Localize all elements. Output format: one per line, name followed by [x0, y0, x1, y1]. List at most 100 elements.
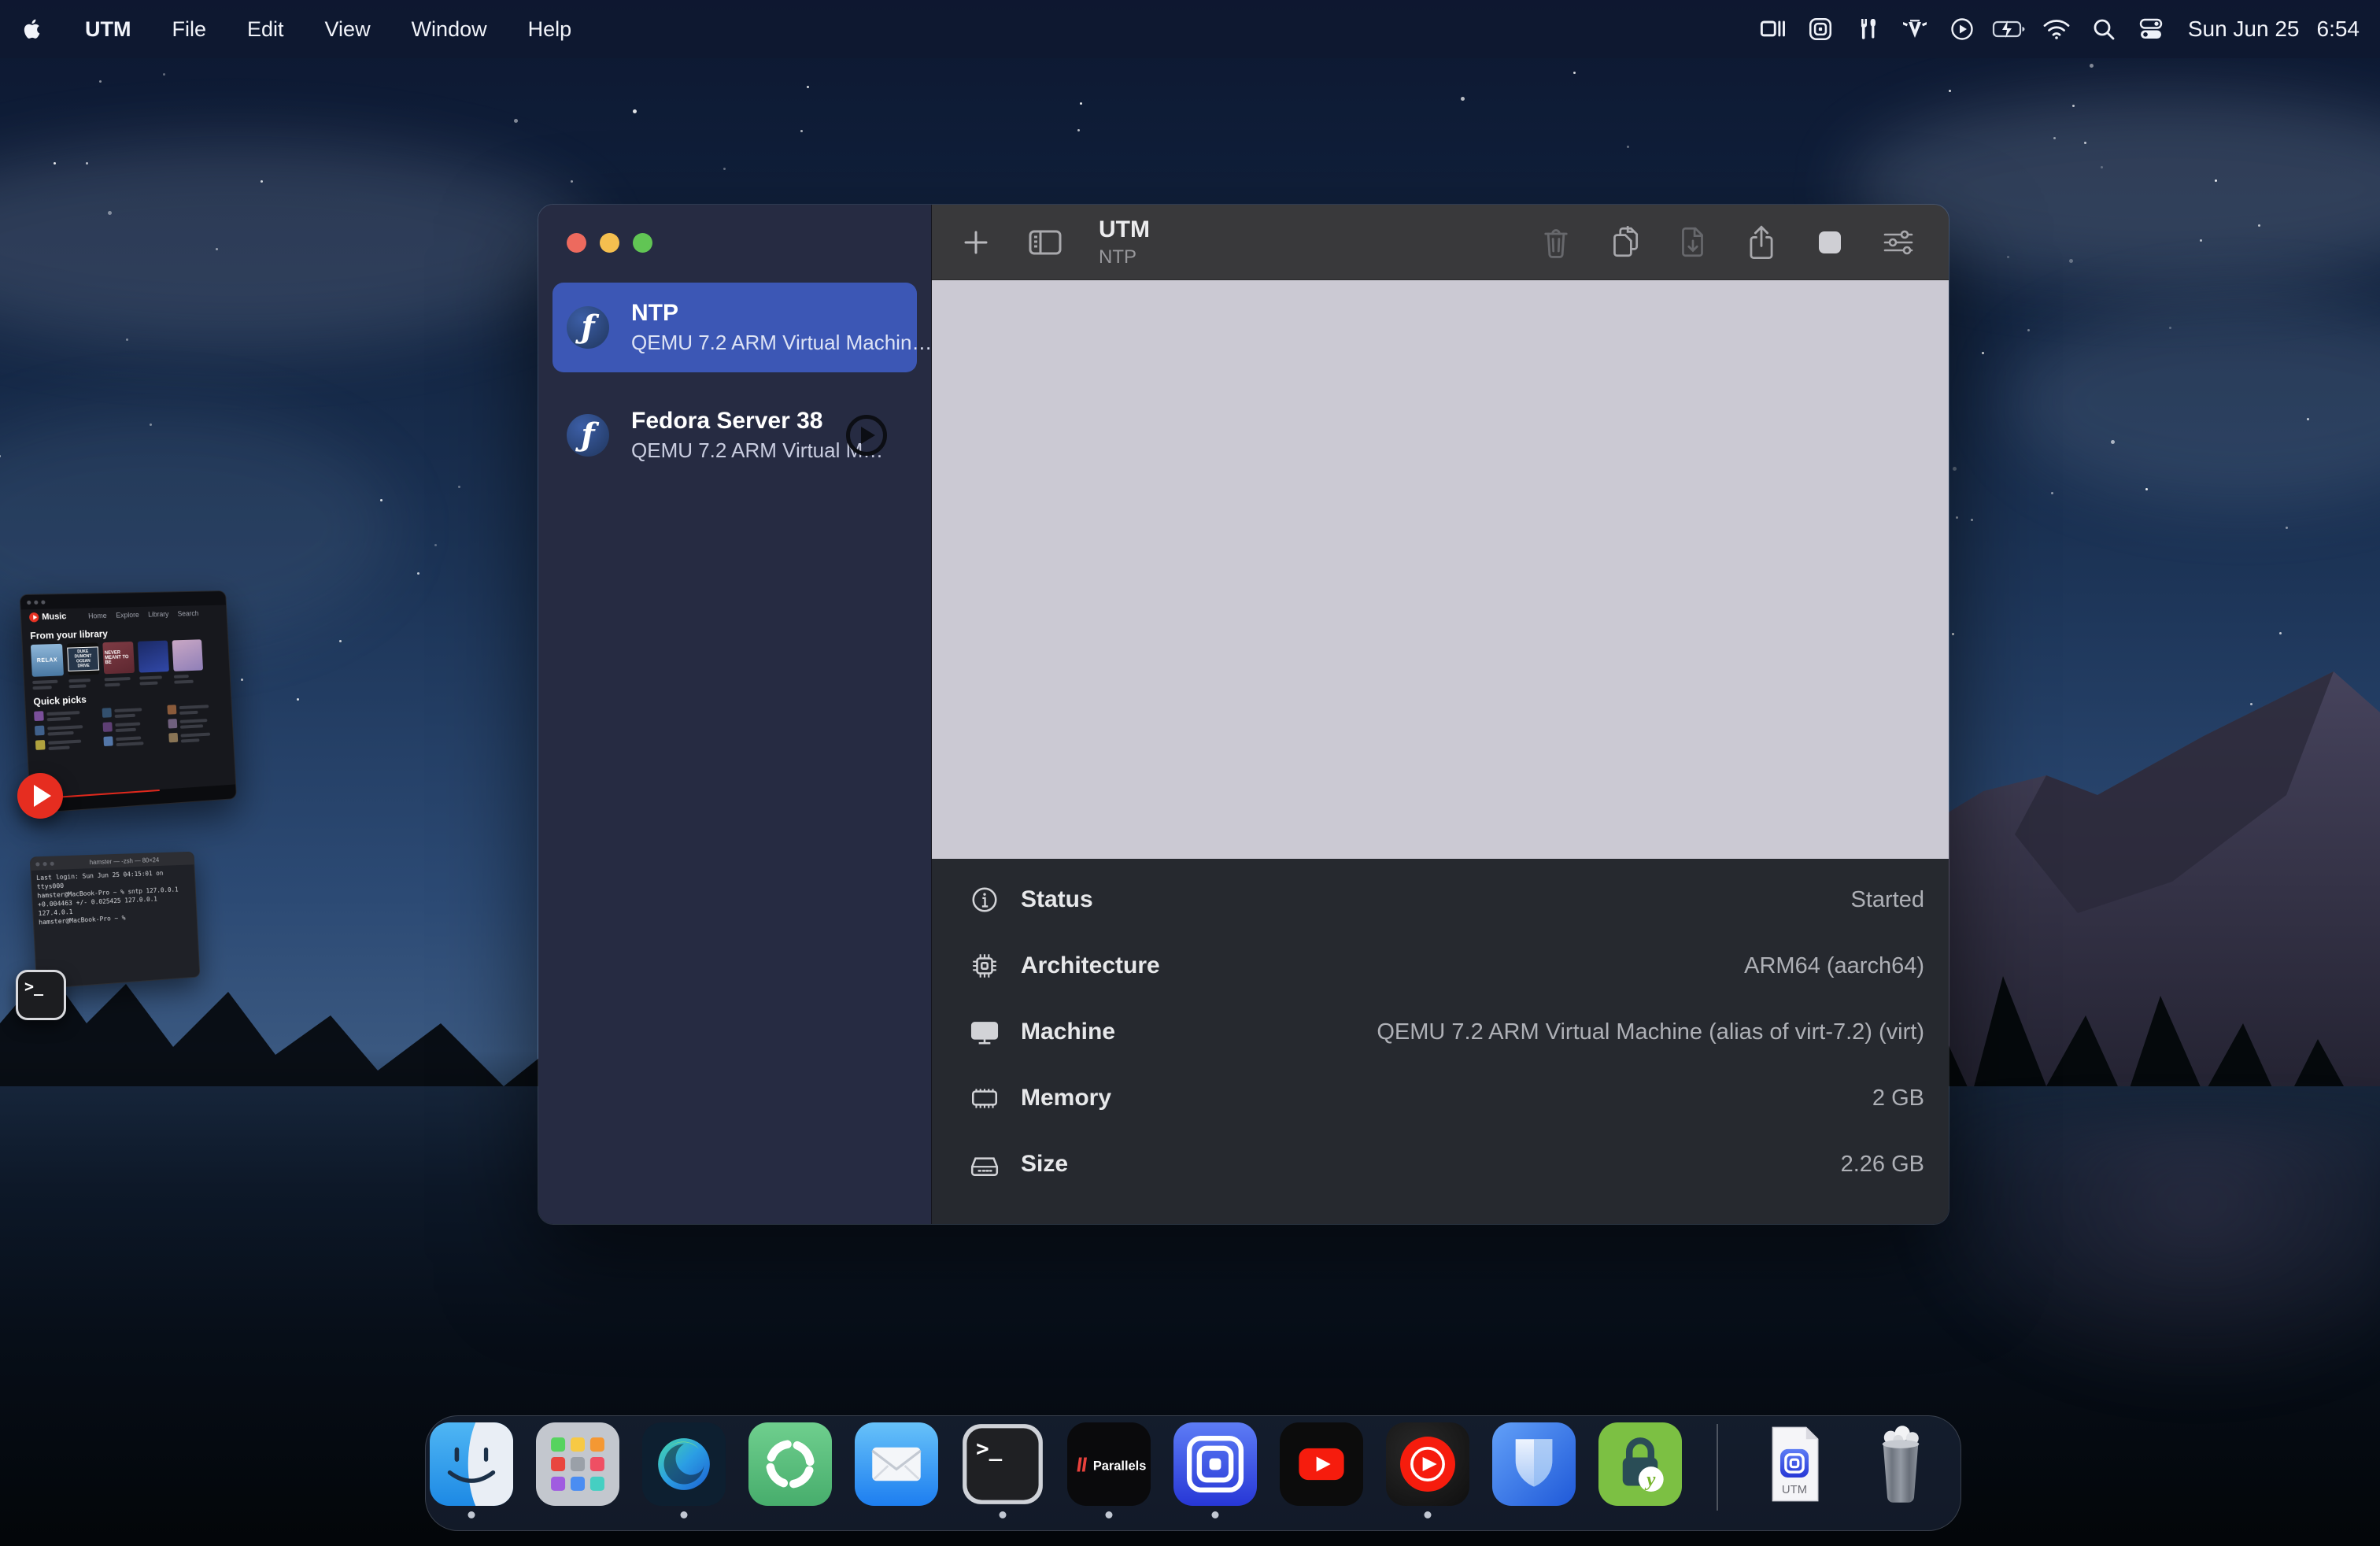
- music-nav-explore[interactable]: Explore: [116, 611, 139, 620]
- window-title: UTM: [1099, 218, 1150, 242]
- vm-details-panel: Status Started Architecture ARM64 (aarch…: [932, 859, 1949, 1224]
- utm-document-label: UTM: [1782, 1484, 1807, 1496]
- detail-label: Status: [1021, 886, 1093, 913]
- menu-window[interactable]: Window: [391, 0, 508, 58]
- music-nav-library[interactable]: Library: [148, 610, 169, 619]
- window-subtitle: NTP: [1099, 248, 1150, 267]
- parallels-label: Parallels: [1093, 1459, 1147, 1473]
- detail-row-architecture: Architecture ARM64 (aarch64): [956, 933, 1924, 999]
- detail-label: Architecture: [1021, 952, 1160, 979]
- tools-icon[interactable]: [1850, 11, 1886, 47]
- dock-mail-icon[interactable]: [855, 1422, 938, 1517]
- album-cover[interactable]: RELAX: [31, 644, 64, 677]
- dock-utm-icon[interactable]: [1173, 1422, 1257, 1517]
- menubar-clock[interactable]: Sun Jun 25 6:54: [2180, 17, 2360, 42]
- duplicate-vm-button[interactable]: [1602, 220, 1646, 264]
- play-circle-icon[interactable]: [1944, 11, 1980, 47]
- detail-label: Memory: [1021, 1085, 1111, 1111]
- info-circle-icon: [967, 885, 1002, 915]
- detail-row-machine: Machine QEMU 7.2 ARM Virtual Machine (al…: [956, 999, 1924, 1065]
- vm-play-button[interactable]: [846, 415, 887, 456]
- mountain-reflection: [1905, 1118, 2380, 1401]
- dock-parallels-icon[interactable]: Parallels: [1067, 1422, 1151, 1517]
- vm-name: NTP: [631, 300, 903, 327]
- menu-edit[interactable]: Edit: [227, 0, 305, 58]
- dock-utm-document-icon[interactable]: UTM: [1753, 1422, 1836, 1517]
- wifi-icon[interactable]: [2038, 11, 2075, 47]
- vm-name: Fedora Server 38: [631, 408, 883, 435]
- dock-youtube-icon[interactable]: [1280, 1422, 1363, 1517]
- detail-value: Started: [1851, 887, 1925, 913]
- close-button[interactable]: [567, 233, 586, 253]
- dock-finder-icon[interactable]: [430, 1422, 513, 1517]
- music-nav-home[interactable]: Home: [88, 612, 107, 620]
- terminal-window-thumbnail[interactable]: hamster — -zsh — 80×24 Last login: Sun J…: [30, 852, 201, 989]
- detail-label: Machine: [1021, 1019, 1115, 1045]
- running-indicator: [681, 1511, 688, 1518]
- running-indicator: [1106, 1511, 1113, 1518]
- detail-label: Size: [1021, 1151, 1068, 1178]
- vm-display[interactable]: [932, 280, 1949, 859]
- svg-text:y: y: [1644, 1468, 1656, 1491]
- dock: >_ Parallels y UTM: [425, 1415, 1961, 1531]
- window-toolbar: UTM NTP: [932, 205, 1949, 280]
- detail-row-memory: Memory 2 GB: [956, 1065, 1924, 1131]
- add-vm-button[interactable]: [954, 220, 998, 264]
- vm-subtitle: QEMU 7.2 ARM Virtual Machin…: [631, 331, 903, 355]
- minimize-button[interactable]: [600, 233, 619, 253]
- terminal-body: Last login: Sun Jun 25 04:15:01 on ttys0…: [31, 864, 197, 930]
- memory-chip-icon: [967, 1083, 1002, 1113]
- youtube-music-badge-icon[interactable]: [17, 773, 63, 819]
- music-nav-search[interactable]: Search: [177, 609, 198, 617]
- spotlight-icon[interactable]: [2086, 11, 2122, 47]
- vm-row-fedora-server[interactable]: ƒ Fedora Server 38 QEMU 7.2 ARM Virtual …: [552, 390, 917, 480]
- dock-yubico-lock-icon[interactable]: y: [1598, 1422, 1682, 1517]
- dock-terminal-icon[interactable]: >_: [961, 1422, 1044, 1517]
- dock-trash-icon[interactable]: [1859, 1422, 1942, 1517]
- dock-divider: [1717, 1424, 1718, 1511]
- toggle-sidebar-button[interactable]: [1023, 220, 1067, 264]
- battery-charging-icon[interactable]: [1991, 11, 2027, 47]
- dock-sync-app-icon[interactable]: [748, 1422, 832, 1517]
- window-manager-icon[interactable]: [1755, 11, 1791, 47]
- detail-value: 2 GB: [1872, 1086, 1924, 1111]
- youtube-music-logo: Music: [29, 612, 67, 622]
- menu-help[interactable]: Help: [508, 0, 593, 58]
- running-indicator: [1000, 1511, 1007, 1518]
- apple-menu[interactable]: [0, 0, 65, 58]
- utm-window: ƒ NTP QEMU 7.2 ARM Virtual Machin… ƒ Fed…: [538, 204, 1949, 1225]
- terminal-title: hamster — -zsh — 80×24: [89, 856, 159, 866]
- vm-sidebar: ƒ NTP QEMU 7.2 ARM Virtual Machin… ƒ Fed…: [538, 205, 932, 1224]
- vm-settings-button[interactable]: [1876, 220, 1920, 264]
- control-center-icon[interactable]: [2133, 11, 2169, 47]
- dock-youtube-music-icon[interactable]: [1386, 1422, 1469, 1517]
- v-wing-icon[interactable]: [1897, 11, 1933, 47]
- detail-value: ARM64 (aarch64): [1744, 953, 1924, 979]
- menu-file[interactable]: File: [151, 0, 227, 58]
- detail-row-size: Size 2.26 GB: [956, 1131, 1924, 1197]
- detail-row-status: Status Started: [956, 867, 1924, 933]
- clock-date: Sun Jun 25: [2188, 17, 2300, 42]
- album-cover[interactable]: NEVER MEANT TO BE: [102, 642, 135, 674]
- album-cover[interactable]: [172, 639, 204, 671]
- menu-view[interactable]: View: [305, 0, 391, 58]
- vm-row-ntp[interactable]: ƒ NTP QEMU 7.2 ARM Virtual Machin…: [552, 283, 917, 372]
- dock-launchpad-icon[interactable]: [536, 1422, 619, 1517]
- album-cover[interactable]: [138, 641, 169, 673]
- stop-vm-button[interactable]: [1808, 220, 1852, 264]
- move-to-button[interactable]: [1671, 220, 1715, 264]
- internal-drive-icon: [967, 1149, 1002, 1179]
- delete-vm-button[interactable]: [1534, 220, 1578, 264]
- menu-app-name[interactable]: UTM: [65, 0, 151, 58]
- utm-status-icon[interactable]: [1802, 11, 1839, 47]
- zoom-button[interactable]: [633, 233, 652, 253]
- dock-bitwarden-icon[interactable]: [1492, 1422, 1576, 1517]
- dock-edge-icon[interactable]: [642, 1422, 726, 1517]
- clock-time: 6:54: [2317, 17, 2360, 42]
- detail-value: QEMU 7.2 ARM Virtual Machine (alias of v…: [1377, 1019, 1924, 1045]
- terminal-badge-icon[interactable]: >_: [16, 970, 66, 1020]
- share-button[interactable]: [1739, 220, 1783, 264]
- menu-bar: UTM File Edit View Window Help: [0, 0, 2380, 58]
- display-icon: [967, 1017, 1002, 1047]
- album-cover[interactable]: DUKE DUMONT OCEAN DRIVE: [67, 642, 99, 675]
